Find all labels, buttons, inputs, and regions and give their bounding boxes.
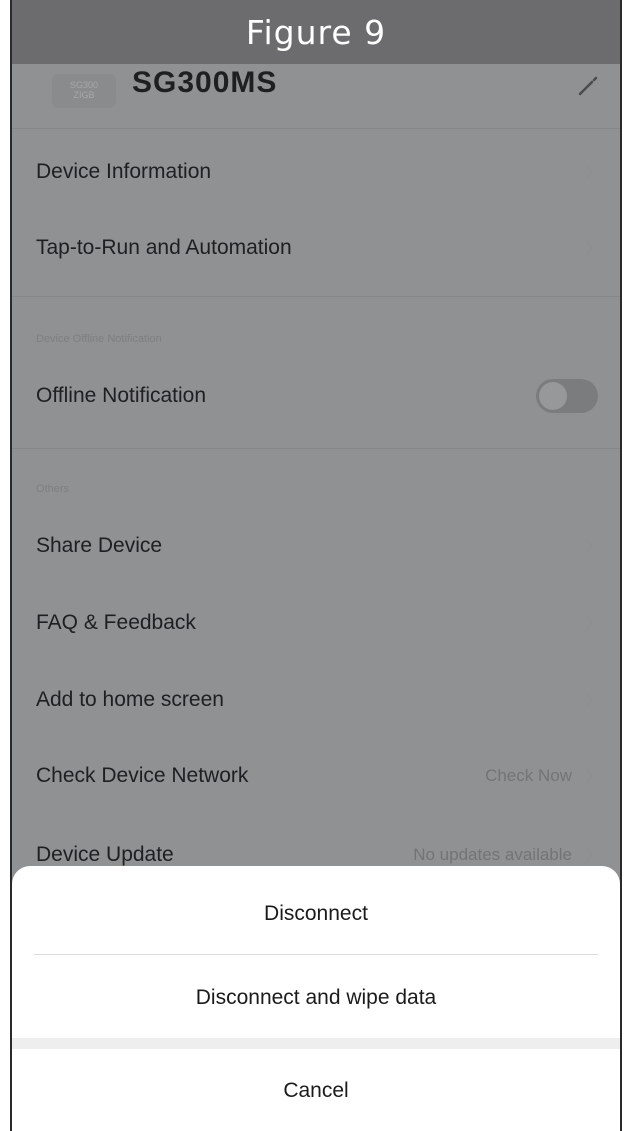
divider bbox=[12, 128, 620, 129]
device-update-value: No updates available bbox=[413, 845, 572, 864]
share-device-row[interactable]: Share Device bbox=[12, 516, 620, 576]
share-device-label: Share Device bbox=[36, 534, 163, 557]
offline-notification-row: Offline Notification bbox=[12, 366, 620, 426]
offline-notification-toggle[interactable] bbox=[536, 379, 598, 413]
add-home-screen-row[interactable]: Add to home screen bbox=[12, 670, 620, 730]
edit-icon[interactable] bbox=[576, 74, 600, 98]
faq-feedback-label: FAQ & Feedback bbox=[36, 611, 196, 634]
divider bbox=[34, 954, 598, 955]
device-information-row[interactable]: Device Information bbox=[12, 142, 620, 202]
offline-notification-label: Offline Notification bbox=[36, 384, 207, 407]
device-update-label: Device Update bbox=[36, 843, 174, 866]
divider bbox=[12, 296, 620, 297]
sheet-separator bbox=[12, 1038, 620, 1049]
device-header: SG300 ZIGB SG300MS bbox=[12, 62, 620, 112]
phone-screen: SG300 ZIGB SG300MS Figure 9 Device Infor… bbox=[10, 0, 622, 1131]
device-thumbnail: SG300 ZIGB bbox=[52, 74, 116, 108]
toggle-knob bbox=[539, 382, 567, 410]
faq-feedback-row[interactable]: FAQ & Feedback bbox=[12, 593, 620, 653]
check-network-label: Check Device Network bbox=[36, 764, 249, 787]
tap-to-run-label: Tap-to-Run and Automation bbox=[36, 236, 292, 259]
chevron-right-icon bbox=[585, 615, 594, 631]
disconnect-wipe-button[interactable]: Disconnect and wipe data bbox=[12, 958, 620, 1038]
device-information-label: Device Information bbox=[36, 160, 212, 183]
device-name: SG300MS bbox=[132, 66, 278, 99]
add-home-screen-label: Add to home screen bbox=[36, 688, 224, 711]
check-network-row[interactable]: Check Device Network Check Now bbox=[12, 746, 620, 806]
chevron-right-icon bbox=[585, 240, 594, 256]
chevron-right-icon bbox=[585, 538, 594, 554]
chevron-right-icon bbox=[585, 692, 594, 708]
check-network-value: Check Now bbox=[485, 766, 572, 785]
cancel-button[interactable]: Cancel bbox=[12, 1051, 620, 1131]
chevron-right-icon bbox=[585, 847, 594, 863]
chevron-right-icon bbox=[585, 164, 594, 180]
device-thumbnail-subtext: ZIGB bbox=[73, 90, 95, 100]
chevron-right-icon bbox=[585, 768, 594, 784]
section-header-others: Others bbox=[36, 483, 70, 495]
figure-caption: Figure 9 bbox=[12, 0, 620, 64]
disconnect-button[interactable]: Disconnect bbox=[12, 874, 620, 954]
section-header-offline: Device Offline Notification bbox=[36, 333, 162, 345]
tap-to-run-row[interactable]: Tap-to-Run and Automation bbox=[12, 218, 620, 278]
divider bbox=[12, 448, 620, 449]
action-sheet: Disconnect Disconnect and wipe data Canc… bbox=[12, 866, 620, 1131]
